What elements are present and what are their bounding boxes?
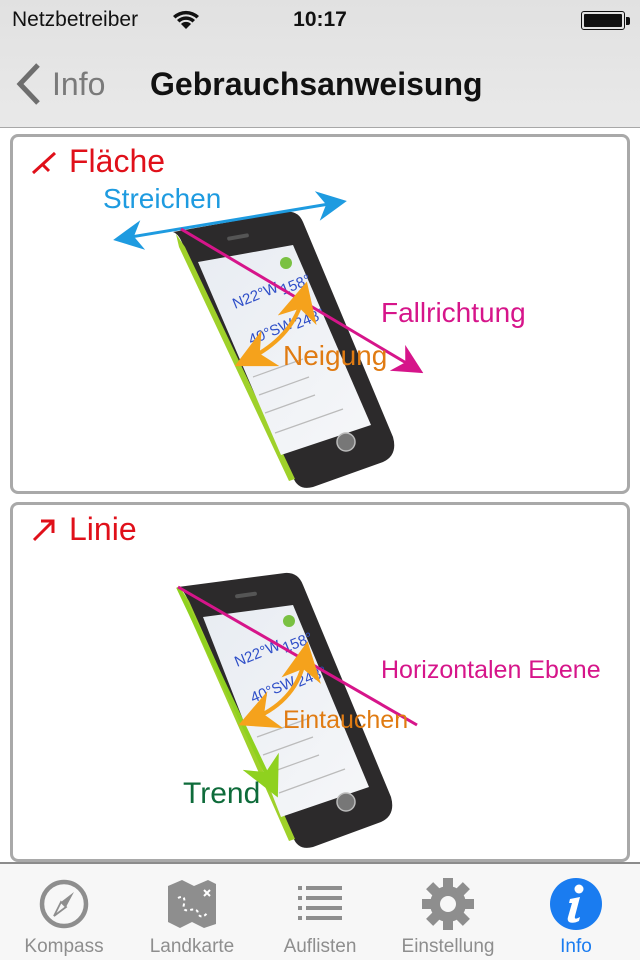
dip-direction-label: Fallrichtung [381,297,526,328]
panel-plane-header: Fläche [31,143,165,180]
plunge-label: Eintauchen [283,706,409,734]
battery-icon [581,11,630,30]
info-icon [550,878,602,930]
top-bar: Netzbetreiber 10:17 Info Gebrauchsanweis… [0,0,640,128]
panel-plane-title: Fläche [69,143,166,179]
strike-label: Streichen [103,183,222,214]
panel-plane: N22°W 158° 40°SW 248° Fläche Streichen F… [10,134,630,494]
tab-label: Info [560,936,592,957]
back-button[interactable]: Info [14,62,105,106]
tab-kompass[interactable]: Kompass [0,864,128,960]
tab-label: Einstellung [401,936,495,957]
tab-auflisten[interactable]: Auflisten [256,864,384,960]
dip-label: Neigung [283,340,388,371]
list-icon [298,886,342,920]
tab-info[interactable]: Info [512,864,640,960]
tab-label: Landkarte [149,936,235,957]
panel-line-header: Linie [31,511,137,548]
panel-line: N22°W 158° 40°SW 248° Linie Horizontalen… [10,502,630,862]
chevron-left-icon [16,63,40,105]
tab-label: Auflisten [283,936,357,957]
line-arrow-icon [32,519,55,541]
tab-label: Kompass [24,936,104,957]
page-title: Gebrauchsanweisung [150,66,483,102]
trend-label: Trend [183,777,261,810]
status-bar: Netzbetreiber 10:17 [0,0,640,40]
panel-line-title: Linie [69,511,137,547]
map-icon [168,880,216,928]
clock: 10:17 [293,8,347,31]
tab-bar: Kompass Landkarte Auflisten Einstellung … [0,862,640,960]
horizontal-plane-label: Horizontalen Ebene [381,656,601,684]
tab-einstellung[interactable]: Einstellung [384,864,512,960]
navigation-bar: Info Gebrauchsanweisung [0,40,640,128]
tab-landkarte[interactable]: Landkarte [128,864,256,960]
compass-icon [39,879,89,929]
gear-icon [422,878,474,930]
plane-strike-dip-icon [31,151,57,174]
back-label: Info [52,65,106,102]
